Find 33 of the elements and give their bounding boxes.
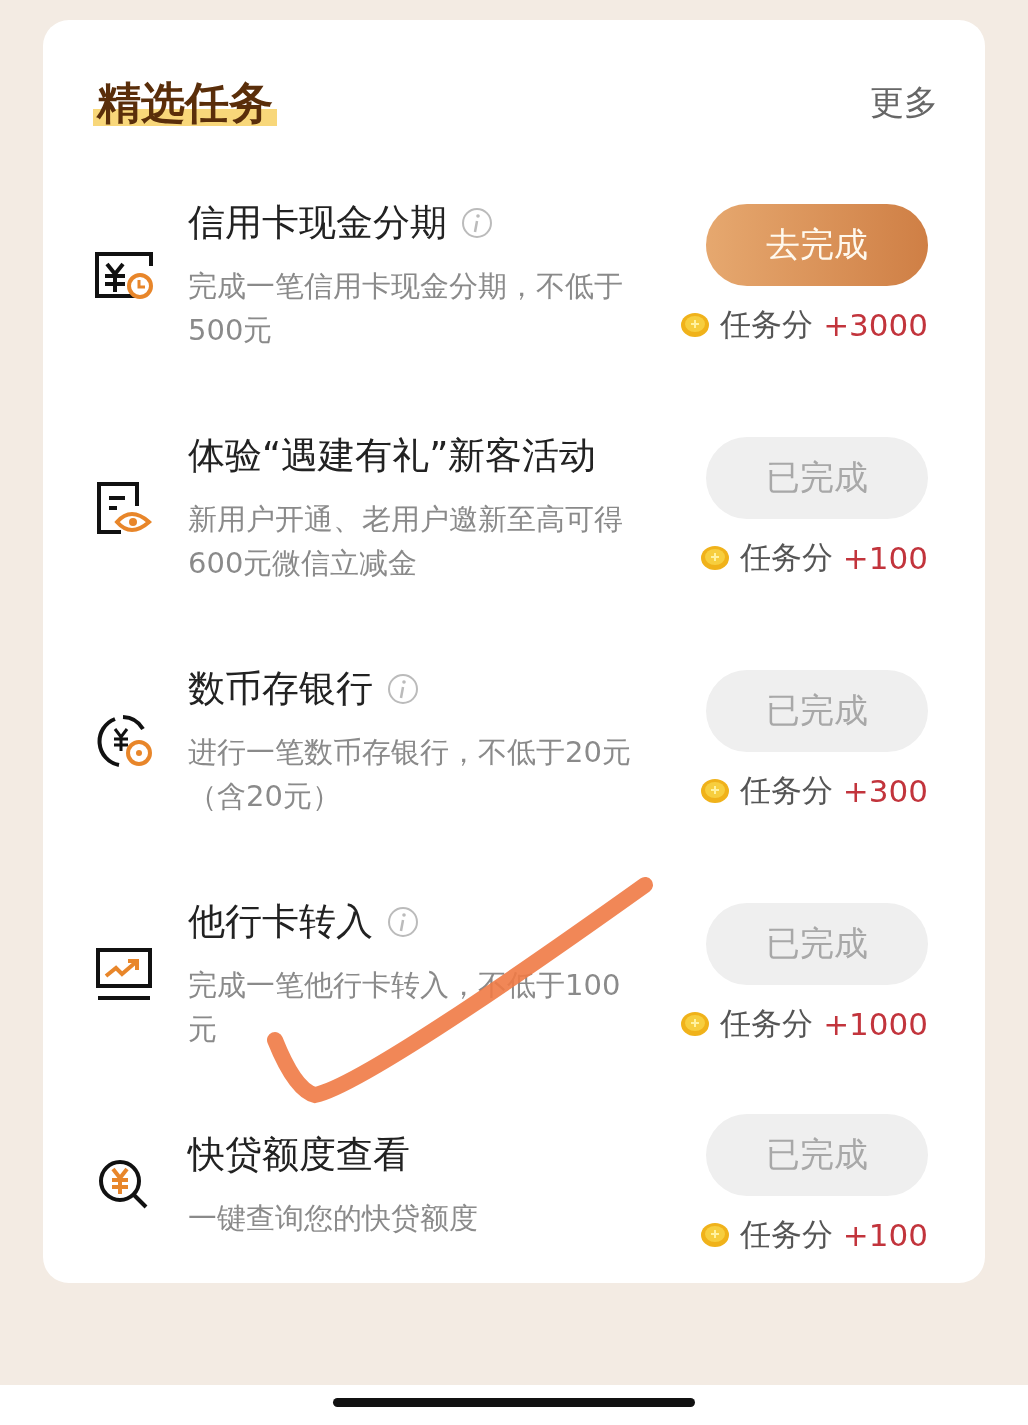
info-icon[interactable] xyxy=(387,905,419,938)
task-title: 信用卡现金分期 xyxy=(188,199,447,246)
coin-icon xyxy=(699,544,730,571)
coin-icon xyxy=(680,1010,711,1037)
home-indicator[interactable] xyxy=(333,1398,695,1407)
points-value: +3000 xyxy=(823,306,928,343)
laptop-chart-icon xyxy=(94,945,154,1002)
task-description: 一键查询您的快贷额度 xyxy=(188,1200,479,1237)
points-label: 任务分 xyxy=(720,1003,814,1043)
coin-icon xyxy=(699,777,730,804)
more-link[interactable]: 更多 xyxy=(870,80,938,126)
coin-icon xyxy=(699,1222,730,1248)
points-label: 任务分 xyxy=(739,537,833,577)
coin-icon xyxy=(680,311,711,338)
info-icon[interactable] xyxy=(387,672,419,705)
task-title: 他行卡转入 xyxy=(188,898,373,945)
info-icon[interactable] xyxy=(461,206,493,239)
task-description: 完成一笔信用卡现金分期，不低于500元 xyxy=(188,267,624,349)
points-value: +100 xyxy=(842,1217,928,1253)
points-label: 任务分 xyxy=(739,770,833,810)
points-value: +1000 xyxy=(823,1005,928,1042)
document-eye-icon xyxy=(95,479,153,536)
task-description: 进行一笔数币存银行，不低于20元（含20元） xyxy=(188,733,632,815)
task-description: 新用户开通、老用户邀新至高可得600元微信立减金 xyxy=(188,500,624,582)
points-value: +100 xyxy=(842,539,928,576)
points-label: 任务分 xyxy=(739,1215,833,1254)
task-title: 数币存银行 xyxy=(188,665,373,712)
task-button[interactable]: 去完成 xyxy=(706,203,928,286)
task-title: 快贷额度查看 xyxy=(188,1132,410,1178)
task-title: 体验“遇建有礼”新客活动 xyxy=(188,432,597,479)
card-clock-icon xyxy=(93,249,155,300)
points-value: +300 xyxy=(842,772,928,809)
points-label: 任务分 xyxy=(720,304,814,344)
